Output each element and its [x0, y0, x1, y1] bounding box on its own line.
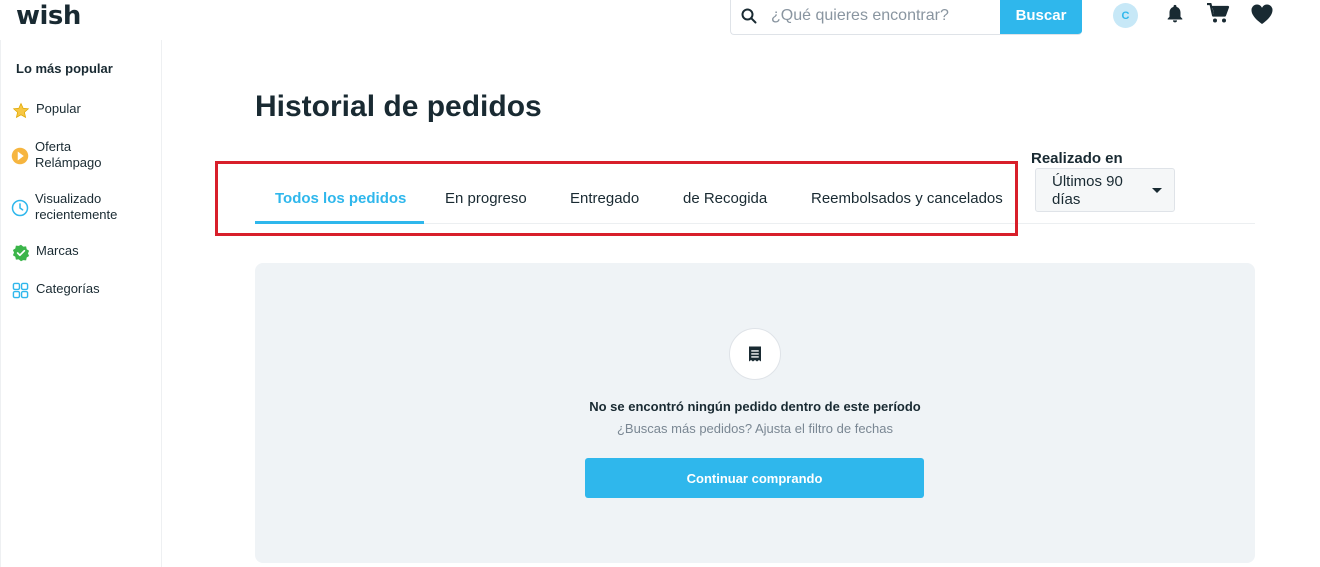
date-filter-select[interactable]: Últimos 90 días	[1035, 168, 1175, 212]
filter-label: Realizado en	[1031, 150, 1123, 167]
sidebar-item-label: Visualizado recientemente	[35, 191, 118, 222]
sidebar-item-popular[interactable]: Popular	[11, 101, 81, 120]
bell-icon[interactable]	[1162, 2, 1188, 26]
caret-down-icon	[1152, 188, 1162, 193]
search-input[interactable]	[767, 0, 1000, 34]
sidebar-item-brands[interactable]: Marcas	[11, 243, 79, 262]
search-button[interactable]: Buscar	[1000, 0, 1082, 34]
sidebar-item-flash-deal[interactable]: Oferta Relámpago	[11, 139, 121, 171]
wish-logo[interactable]: wish	[16, 1, 81, 31]
flash-deal-icon	[11, 146, 29, 165]
page-title: Historial de pedidos	[255, 90, 542, 123]
empty-state-subtitle: ¿Buscas más pedidos? Ajusta el filtro de…	[616, 421, 894, 436]
cart-icon[interactable]	[1205, 2, 1231, 26]
sidebar: Lo más popular Popular Oferta Relámpago …	[0, 40, 162, 567]
continue-shopping-button[interactable]: Continuar comprando	[585, 458, 924, 498]
sidebar-item-label: Oferta Relámpago	[35, 139, 102, 170]
sidebar-item-label: Popular	[36, 101, 81, 116]
clock-icon	[11, 198, 29, 217]
tabs-highlight-box	[215, 161, 1018, 236]
heart-icon[interactable]	[1249, 2, 1275, 26]
sidebar-item-label: Marcas	[36, 243, 79, 258]
empty-state-panel: No se encontró ningún pedido dentro de e…	[255, 263, 1255, 563]
date-filter-value: Últimos 90 días	[1052, 173, 1123, 208]
search-bar: Buscar	[730, 0, 1082, 35]
categories-grid-icon	[11, 281, 30, 300]
avatar[interactable]: C	[1113, 3, 1138, 28]
sidebar-item-label: Categorías	[36, 281, 100, 296]
sidebar-title: Lo más popular	[16, 61, 113, 76]
sidebar-item-categories[interactable]: Categorías	[11, 281, 100, 300]
search-icon	[731, 0, 767, 34]
receipt-icon	[729, 328, 781, 380]
verified-badge-icon	[11, 243, 30, 262]
empty-state-title: No se encontró ningún pedido dentro de e…	[589, 399, 921, 414]
sidebar-item-recently-viewed[interactable]: Visualizado recientemente	[11, 191, 136, 223]
star-icon	[11, 101, 30, 120]
